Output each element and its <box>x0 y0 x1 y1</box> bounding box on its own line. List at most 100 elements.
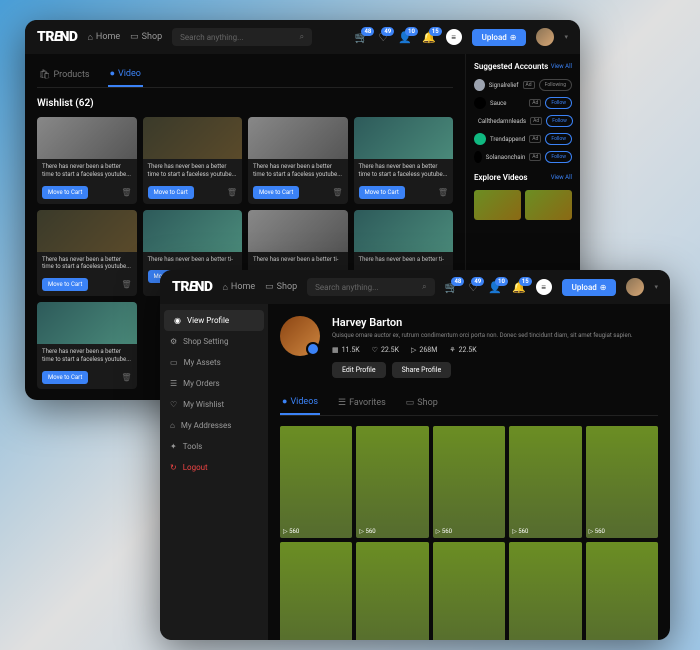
profile-stats: ▦11.5K ♡22.5K ▷268M ⚘22.5K <box>332 346 658 354</box>
video-thumbnail[interactable]: ▷ 560 <box>509 542 581 640</box>
tab-favorites[interactable]: ☰ Favorites <box>336 390 388 415</box>
move-to-cart-button[interactable]: Move to Cart <box>359 186 405 199</box>
upload-button[interactable]: Upload ⊕ <box>562 279 617 296</box>
search-input[interactable]: Search anything...⌕ <box>172 28 312 46</box>
edit-profile-button[interactable]: Edit Profile <box>332 362 386 378</box>
account-name[interactable]: Trendappend <box>490 136 525 143</box>
video-thumbnail[interactable]: ▷ 560 <box>586 426 658 537</box>
account-name[interactable]: Callthedamnleads <box>478 118 526 125</box>
bell-icon[interactable]: 🔔15 <box>422 31 436 44</box>
move-to-cart-button[interactable]: Move to Cart <box>253 186 299 199</box>
move-to-cart-button[interactable]: Move to Cart <box>42 186 88 199</box>
nav-home[interactable]: ⌂ Home <box>87 32 120 43</box>
account-row: CallthedamnleadsAdFollow <box>474 115 572 127</box>
avatar[interactable] <box>626 278 644 296</box>
nav-shop[interactable]: ▭ Shop <box>130 32 162 42</box>
account-avatar[interactable] <box>474 133 486 145</box>
follow-button[interactable]: Follow <box>545 97 572 109</box>
chevron-down-icon[interactable]: ▾ <box>654 283 658 291</box>
profile-name: Harvey Barton <box>332 316 658 329</box>
video-thumbnail[interactable]: ▷ 560 <box>433 426 505 537</box>
user-icon[interactable]: 👤10 <box>488 281 502 294</box>
follow-button[interactable]: Following <box>539 79 572 91</box>
explore-video[interactable] <box>525 190 572 220</box>
wishlist-card[interactable]: There has never been a better time to st… <box>248 117 348 204</box>
move-to-cart-button[interactable]: Move to Cart <box>42 278 88 291</box>
account-name[interactable]: Signalrelief <box>489 82 519 89</box>
view-all-link[interactable]: View All <box>551 63 572 70</box>
video-thumbnail[interactable]: ▷ 560 <box>280 542 352 640</box>
bell-icon[interactable]: 🔔15 <box>512 281 526 294</box>
delete-icon[interactable]: 🗑 <box>121 188 131 197</box>
tab-products[interactable]: 🛍 Products <box>37 62 92 87</box>
heart-icon[interactable]: ♡49 <box>468 281 478 294</box>
app-icon[interactable]: ≡ <box>446 29 462 45</box>
wishlist-title: Wishlist (62) <box>37 98 453 109</box>
follow-button[interactable]: Follow <box>545 133 572 145</box>
account-avatar[interactable] <box>474 97 486 109</box>
menu-item-my-wishlist[interactable]: ♡My Wishlist <box>160 394 268 415</box>
verified-badge: Ad <box>529 153 541 161</box>
chevron-down-icon[interactable]: ▾ <box>564 33 568 41</box>
account-name[interactable]: Solanaonchain <box>486 154 526 161</box>
play-count: ▷ 560 <box>359 528 375 535</box>
nav-shop[interactable]: ▭ Shop <box>265 282 297 292</box>
nav-home[interactable]: ⌂ Home <box>222 282 255 293</box>
tab-video[interactable]: ● Video <box>108 62 143 87</box>
account-row: SauceAdFollow <box>474 97 572 109</box>
account-avatar[interactable] <box>474 79 485 91</box>
move-to-cart-button[interactable]: Move to Cart <box>42 371 88 384</box>
users-icon: ⚘ <box>449 346 455 354</box>
move-to-cart-button[interactable]: Move to Cart <box>148 186 194 199</box>
menu-item-my-assets[interactable]: ▭My Assets <box>160 352 268 373</box>
video-thumbnail[interactable]: ▷ 560 <box>586 542 658 640</box>
upload-button[interactable]: Upload ⊕ <box>472 29 527 46</box>
video-thumbnail[interactable]: ▷ 560 <box>356 542 428 640</box>
wishlist-card[interactable]: There has never been a better time to st… <box>37 210 137 297</box>
search-input[interactable]: Search anything...⌕ <box>307 278 435 296</box>
account-avatar[interactable] <box>474 151 482 163</box>
menu-item-tools[interactable]: ✦Tools <box>160 436 268 457</box>
verified-badge: Ad <box>523 81 535 89</box>
menu-item-shop-setting[interactable]: ⚙Shop Setting <box>160 331 268 352</box>
delete-icon[interactable]: 🗑 <box>332 188 342 197</box>
video-thumbnail[interactable]: ▷ 560 <box>433 542 505 640</box>
view-all-link[interactable]: View All <box>551 174 572 181</box>
menu-icon: ◉ <box>174 316 181 325</box>
video-thumbnail[interactable]: ▷ 560 <box>356 426 428 537</box>
user-icon[interactable]: 👤10 <box>398 31 412 44</box>
search-icon: ⌕ <box>422 282 426 292</box>
video-grid: ▷ 560▷ 560▷ 560▷ 560▷ 560▷ 560▷ 560▷ 560… <box>280 426 658 640</box>
cart-icon[interactable]: 🛒48 <box>355 31 369 44</box>
tab-shop[interactable]: ▭ Shop <box>404 390 440 415</box>
account-name[interactable]: Sauce <box>490 100 525 107</box>
delete-icon[interactable]: 🗑 <box>227 188 237 197</box>
delete-icon[interactable]: 🗑 <box>121 280 131 289</box>
explore-video[interactable] <box>474 190 521 220</box>
delete-icon[interactable]: 🗑 <box>438 188 448 197</box>
tab-videos[interactable]: ● Videos <box>280 390 320 415</box>
wishlist-card[interactable]: There has never been a better time to st… <box>354 117 454 204</box>
app-icon[interactable]: ≡ <box>536 279 552 295</box>
suggested-title: Suggested Accounts <box>474 62 548 71</box>
menu-item-view-profile[interactable]: ◉View Profile <box>164 310 264 331</box>
menu-item-my-addresses[interactable]: ⌂My Addresses <box>160 415 268 436</box>
wishlist-card[interactable]: There has never been a better time to st… <box>37 302 137 389</box>
menu-item-logout[interactable]: ↻Logout <box>160 457 268 478</box>
wishlist-card[interactable]: There has never been a better time to st… <box>37 117 137 204</box>
play-icon: ▷ <box>411 346 416 354</box>
menu-item-my-orders[interactable]: ☰My Orders <box>160 373 268 394</box>
video-thumbnail[interactable]: ▷ 560 <box>280 426 352 537</box>
play-count: ▷ 560 <box>589 528 605 535</box>
menu-icon: ☰ <box>170 379 177 388</box>
avatar[interactable] <box>536 28 554 46</box>
profile-avatar[interactable] <box>280 316 320 356</box>
share-profile-button[interactable]: Share Profile <box>392 362 452 378</box>
follow-button[interactable]: Follow <box>545 151 572 163</box>
cart-icon[interactable]: 🛒48 <box>445 281 459 294</box>
follow-button[interactable]: Follow <box>546 115 573 127</box>
delete-icon[interactable]: 🗑 <box>121 373 131 382</box>
heart-icon[interactable]: ♡49 <box>378 31 388 44</box>
wishlist-card[interactable]: There has never been a better time to st… <box>143 117 243 204</box>
video-thumbnail[interactable]: ▷ 560 <box>509 426 581 537</box>
